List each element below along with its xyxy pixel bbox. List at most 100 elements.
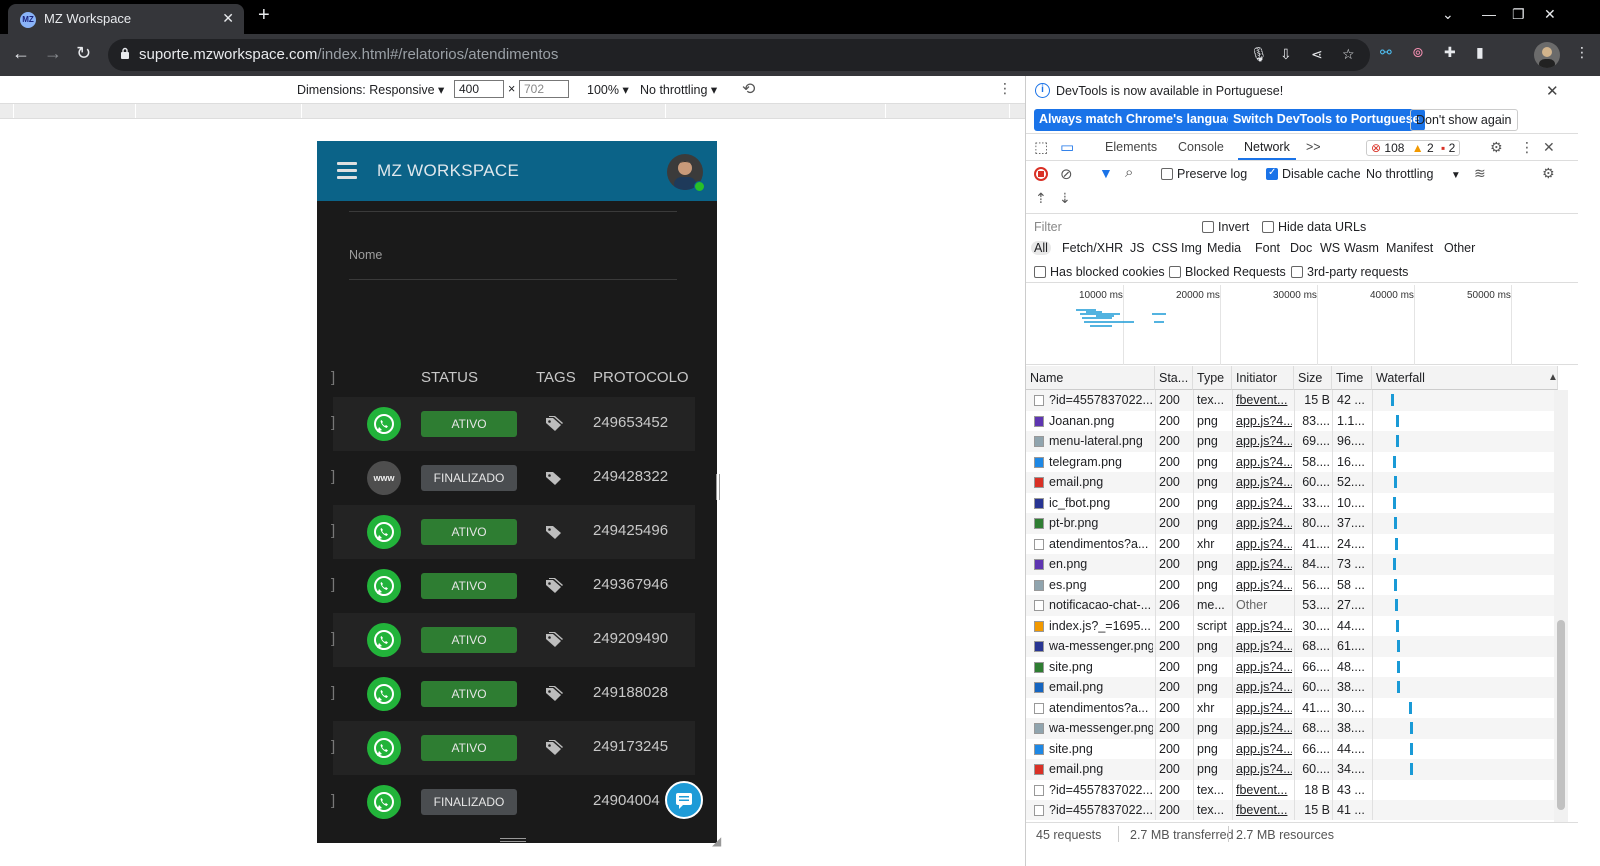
search-icon[interactable]: ⌕: [1125, 164, 1133, 181]
request-row[interactable]: site.png 200 png app.js?4... 66.... 48....: [1026, 657, 1556, 678]
nome-field-label[interactable]: Nome: [349, 248, 382, 262]
issues-counter[interactable]: ⊗ 108 ▲ 2 ▪ 2: [1366, 140, 1461, 156]
preserve-log-checkbox[interactable]: Preserve log: [1161, 167, 1247, 181]
request-row[interactable]: ?id=4557837022... 200 tex... fbevent... 18 B…: [1026, 780, 1556, 801]
column-header-waterfall[interactable]: Waterfall: [1372, 366, 1558, 390]
tab-console[interactable]: Console: [1178, 140, 1224, 154]
network-conditions-icon[interactable]: ≋: [1474, 165, 1486, 182]
tag-icon[interactable]: [544, 470, 564, 486]
import-har-icon[interactable]: ⇡: [1035, 190, 1047, 207]
microphone-icon[interactable]: 🎙: [1250, 46, 1268, 63]
filter-type-manifest[interactable]: Manifest: [1386, 241, 1433, 255]
request-row[interactable]: email.png 200 png app.js?4... 60.... 52....: [1026, 472, 1556, 493]
protocol-number[interactable]: 249173245: [593, 738, 668, 755]
request-row[interactable]: notificacao-chat-... 206 me... Other 53.... 2…: [1026, 595, 1556, 616]
table-row[interactable]: ] ATIVO 249653452: [331, 397, 695, 451]
tag-icon[interactable]: [544, 578, 564, 594]
request-initiator[interactable]: app.js?4...: [1236, 721, 1292, 735]
column-header-status[interactable]: STATUS: [421, 369, 478, 386]
request-row[interactable]: wa-messenger.png 200 png app.js?4... 68.... 6…: [1026, 636, 1556, 657]
column-header-initiator[interactable]: Initiator: [1232, 366, 1294, 390]
zoom-dropdown[interactable]: 100% ▾: [587, 82, 629, 97]
column-header-sta[interactable]: Sta...: [1155, 366, 1193, 390]
table-row[interactable]: ] ATIVO 249188028: [331, 667, 695, 721]
extensions-puzzle-icon[interactable]: ✚: [1444, 44, 1456, 61]
menu-icon[interactable]: [337, 162, 357, 179]
filter-type-img[interactable]: Img: [1181, 241, 1202, 255]
protocol-number[interactable]: 249428322: [593, 468, 668, 485]
close-tab-icon[interactable]: ✕: [222, 10, 234, 27]
table-row[interactable]: ] ATIVO 249425496: [331, 505, 695, 559]
request-row[interactable]: email.png 200 png app.js?4... 60.... 34....: [1026, 759, 1556, 780]
install-app-icon[interactable]: ⇩: [1280, 46, 1292, 63]
request-row[interactable]: telegram.png 200 png app.js?4... 58.... 16...…: [1026, 452, 1556, 473]
media-query-bar[interactable]: [0, 103, 1048, 119]
request-row[interactable]: ?id=4557837022... 200 tex... fbevent... 15 B…: [1026, 800, 1556, 820]
settings-gear-icon[interactable]: ⚙: [1490, 139, 1503, 156]
filter-type-font[interactable]: Font: [1255, 241, 1280, 255]
request-initiator[interactable]: app.js?4...: [1236, 537, 1292, 551]
network-overview-timeline[interactable]: 10000 ms 20000 ms 30000 ms 40000 ms 50000 ms: [1026, 285, 1578, 365]
filter-type-css[interactable]: CSS: [1152, 241, 1178, 255]
close-infobar-icon[interactable]: ✕: [1546, 82, 1559, 100]
filter-type-wasm[interactable]: Wasm: [1344, 241, 1379, 255]
table-row[interactable]: ] ATIVO 249367946: [331, 559, 695, 613]
request-initiator[interactable]: app.js?4...: [1236, 701, 1292, 715]
request-row[interactable]: es.png 200 png app.js?4... 56.... 58 ...: [1026, 575, 1556, 596]
reload-icon[interactable]: ↻: [76, 43, 91, 64]
back-icon[interactable]: ←: [12, 43, 30, 64]
network-throttling-dropdown[interactable]: No throttling ▼: [1366, 167, 1461, 181]
protocol-number[interactable]: 249209490: [593, 630, 668, 647]
tag-icon[interactable]: [544, 524, 564, 540]
request-row[interactable]: Joanan.png 200 png app.js?4... 83.... 1.1...: [1026, 411, 1556, 432]
dimensions-dropdown[interactable]: Dimensions: Responsive ▾: [297, 82, 444, 97]
table-row[interactable]: ] www FINALIZADO 249428322: [331, 451, 695, 505]
device-resize-handle-bottom[interactable]: [500, 838, 526, 842]
request-initiator[interactable]: app.js?4...: [1236, 455, 1292, 469]
clear-icon[interactable]: ⊘: [1060, 165, 1073, 183]
request-initiator[interactable]: app.js?4...: [1236, 660, 1292, 674]
request-row[interactable]: atendimentos?a... 200 xhr app.js?4... 41....…: [1026, 534, 1556, 555]
close-devtools-icon[interactable]: ✕: [1543, 139, 1555, 156]
tab-network[interactable]: Network: [1238, 140, 1296, 160]
extension-ui-icon[interactable]: ⚯: [1380, 44, 1392, 61]
profile-avatar[interactable]: [1534, 42, 1560, 68]
request-initiator[interactable]: app.js?4...: [1236, 557, 1292, 571]
device-toggle-icon[interactable]: ▭: [1060, 138, 1074, 156]
request-initiator[interactable]: app.js?4...: [1236, 742, 1292, 756]
network-settings-icon[interactable]: ⚙: [1542, 165, 1555, 182]
filter-type-media[interactable]: Media: [1207, 241, 1241, 255]
filter-type-all[interactable]: All: [1031, 241, 1051, 255]
more-tabs-icon[interactable]: >>: [1306, 140, 1321, 154]
filter-type-js[interactable]: JS: [1130, 241, 1145, 255]
protocol-number[interactable]: 249653452: [593, 414, 668, 431]
share-icon[interactable]: ⋖: [1311, 46, 1323, 63]
device-width-input[interactable]: 400: [454, 80, 504, 98]
request-initiator[interactable]: app.js?4...: [1236, 496, 1292, 510]
filter-funnel-icon[interactable]: ▼: [1099, 165, 1113, 181]
blocked-requests-checkbox[interactable]: Blocked Requests: [1169, 265, 1286, 279]
filter-type-doc[interactable]: Doc: [1290, 241, 1312, 255]
request-initiator[interactable]: app.js?4...: [1236, 680, 1292, 694]
request-initiator[interactable]: app.js?4...: [1236, 475, 1292, 489]
invert-checkbox[interactable]: Invert: [1202, 220, 1249, 234]
column-header-protocolo[interactable]: PROTOCOLO: [593, 369, 689, 386]
request-initiator[interactable]: app.js?4...: [1236, 434, 1292, 448]
export-har-icon[interactable]: ⇣: [1059, 190, 1071, 207]
disable-cache-checkbox[interactable]: Disable cache: [1266, 167, 1361, 181]
chat-button[interactable]: [665, 781, 703, 819]
protocol-number[interactable]: 249367946: [593, 576, 668, 593]
column-header-name[interactable]: Name: [1026, 366, 1155, 390]
column-header-type[interactable]: Type: [1193, 366, 1232, 390]
side-panel-icon[interactable]: ▮: [1476, 44, 1484, 61]
inspect-element-icon[interactable]: ⬚: [1034, 138, 1048, 156]
request-row[interactable]: menu-lateral.png 200 png app.js?4... 69.... 9…: [1026, 431, 1556, 452]
scrollbar-thumb[interactable]: [1557, 620, 1565, 810]
request-row[interactable]: ic_fbot.png 200 png app.js?4... 33.... 10....: [1026, 493, 1556, 514]
request-row[interactable]: site.png 200 png app.js?4... 66.... 44....: [1026, 739, 1556, 760]
match-language-button[interactable]: Always match Chrome's language: [1034, 109, 1247, 131]
request-initiator[interactable]: app.js?4...: [1236, 516, 1292, 530]
switch-language-button[interactable]: Switch DevTools to Portuguese: [1228, 109, 1425, 131]
forward-icon[interactable]: →: [44, 43, 62, 64]
chrome-menu-icon[interactable]: ⋮: [1575, 44, 1589, 61]
